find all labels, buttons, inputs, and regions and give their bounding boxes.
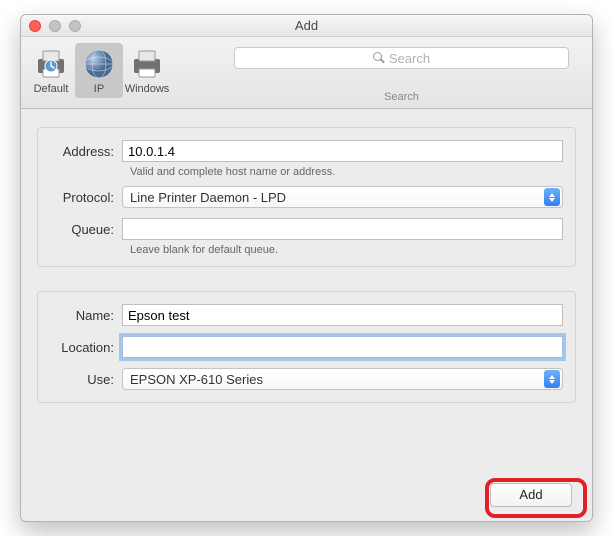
toolbar-ip[interactable]: IP [75, 43, 123, 98]
search-placeholder: Search [389, 51, 430, 66]
address-label: Address: [50, 144, 122, 159]
printer-icon [123, 46, 171, 82]
address-field[interactable] [122, 140, 563, 162]
toolbar: Default IP [21, 37, 592, 109]
queue-label: Queue: [50, 222, 122, 237]
protocol-select[interactable]: Line Printer Daemon - LPD [122, 186, 563, 208]
toolbar-default-label: Default [27, 83, 75, 95]
location-label: Location: [50, 340, 122, 355]
search-input[interactable]: Search [234, 47, 569, 69]
add-printer-window: Add Default [20, 14, 593, 522]
protocol-value: Line Printer Daemon - LPD [130, 190, 544, 205]
use-select[interactable]: EPSON XP-610 Series [122, 368, 563, 390]
queue-field[interactable] [122, 218, 563, 240]
window-title: Add [21, 18, 592, 33]
window-controls [29, 20, 81, 32]
globe-icon [75, 46, 123, 82]
toolbar-default[interactable]: Default [27, 43, 75, 98]
toolbar-windows-label: Windows [123, 83, 171, 95]
content: Address: Valid and complete host name or… [21, 109, 592, 521]
search-icon [373, 52, 385, 64]
footer: Add [37, 483, 576, 507]
queue-helper: Leave blank for default queue. [130, 244, 563, 256]
chevron-up-down-icon [544, 370, 560, 388]
printer-default-icon [27, 46, 75, 82]
use-value: EPSON XP-610 Series [130, 372, 544, 387]
protocol-label: Protocol: [50, 190, 122, 205]
printer-box: Name: Location: Use: EPSON XP-610 Series [37, 291, 576, 403]
add-button[interactable]: Add [490, 483, 572, 507]
chevron-up-down-icon [544, 188, 560, 206]
close-icon[interactable] [29, 20, 41, 32]
minimize-icon[interactable] [49, 20, 61, 32]
maximize-icon[interactable] [69, 20, 81, 32]
toolbar-ip-label: IP [75, 83, 123, 95]
titlebar: Add [21, 15, 592, 37]
address-helper: Valid and complete host name or address. [130, 166, 563, 178]
use-label: Use: [50, 372, 122, 387]
connection-box: Address: Valid and complete host name or… [37, 127, 576, 267]
search-wrap: Search Search [221, 47, 582, 103]
name-field[interactable] [122, 304, 563, 326]
name-label: Name: [50, 308, 122, 323]
toolbar-windows[interactable]: Windows [123, 43, 171, 98]
search-label: Search [221, 91, 582, 103]
location-field[interactable] [122, 336, 563, 358]
